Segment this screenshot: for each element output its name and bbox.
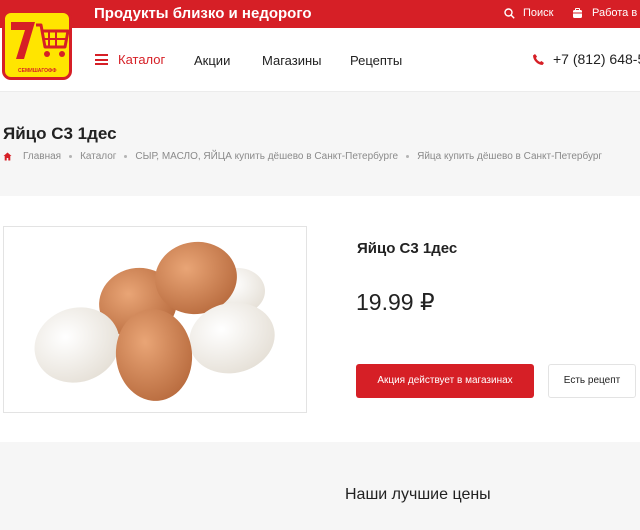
catalog-menu-button[interactable]: Каталог: [95, 52, 165, 67]
breadcrumb-separator: [406, 155, 410, 158]
eggs-image: [34, 241, 275, 401]
cart-icon: [36, 23, 69, 57]
breadcrumb-separator: [124, 155, 128, 158]
breadcrumb-home[interactable]: Главная: [23, 151, 61, 162]
logo-caption: СЕМИШАГОФФ: [18, 68, 57, 74]
promo-button[interactable]: Акция действует в магазинах: [356, 364, 534, 398]
search-label: Поиск: [523, 7, 554, 19]
best-prices-section: Наши лучшие цены: [0, 442, 640, 530]
product-price: 19.99 ₽: [356, 289, 435, 315]
breadcrumb-catalog[interactable]: Каталог: [80, 151, 116, 162]
breadcrumb-current: Яйца купить дёшево в Санкт-Петербург: [417, 151, 603, 162]
phone-number: +7 (812) 648-5: [553, 51, 640, 67]
nav-item-recipes[interactable]: Рецепты: [350, 53, 402, 68]
product-name: Яйцо С3 1дес: [357, 240, 458, 257]
top-bar: Продукты близко и недорого Поиск Работа …: [0, 0, 640, 28]
site-logo[interactable]: СЕМИШАГОФФ: [2, 10, 72, 80]
phone-link[interactable]: +7 (812) 648-5: [532, 51, 640, 67]
breadcrumb-category[interactable]: СЫР, МАСЛО, ЯЙЦА купить дёшево в Санкт-П…: [135, 151, 398, 162]
breadcrumb-separator: [69, 155, 73, 158]
phone-icon: [533, 53, 544, 65]
site-tagline: Продукты близко и недорого: [94, 5, 312, 22]
page-title: Яйцо С3 1дес: [3, 124, 117, 143]
product-section: Яйцо С3 1дес 19.99 ₽ Акция действует в м…: [0, 196, 640, 442]
main-nav: Каталог Акции Магазины Рецепты +7 (812) …: [0, 28, 640, 92]
nav-item-stores[interactable]: Магазины: [262, 53, 322, 68]
shield-icon: [573, 7, 582, 18]
catalog-label: Каталог: [118, 52, 166, 67]
recipe-button[interactable]: Есть рецепт: [548, 364, 636, 398]
product-image[interactable]: [3, 226, 307, 413]
nav-item-promotions[interactable]: Акции: [194, 53, 230, 68]
work-link[interactable]: Работа в к: [572, 7, 640, 19]
work-label: Работа в к: [592, 7, 640, 19]
search-link[interactable]: Поиск: [504, 7, 553, 19]
best-prices-heading: Наши лучшие цены: [345, 486, 491, 503]
page-header: Яйцо С3 1дес Главная Каталог СЫР, МАСЛО,…: [0, 93, 640, 196]
search-icon: [504, 7, 515, 19]
menu-icon: [95, 54, 108, 65]
breadcrumb: Главная Каталог СЫР, МАСЛО, ЯЙЦА купить …: [3, 151, 602, 162]
home-icon[interactable]: [3, 152, 12, 161]
